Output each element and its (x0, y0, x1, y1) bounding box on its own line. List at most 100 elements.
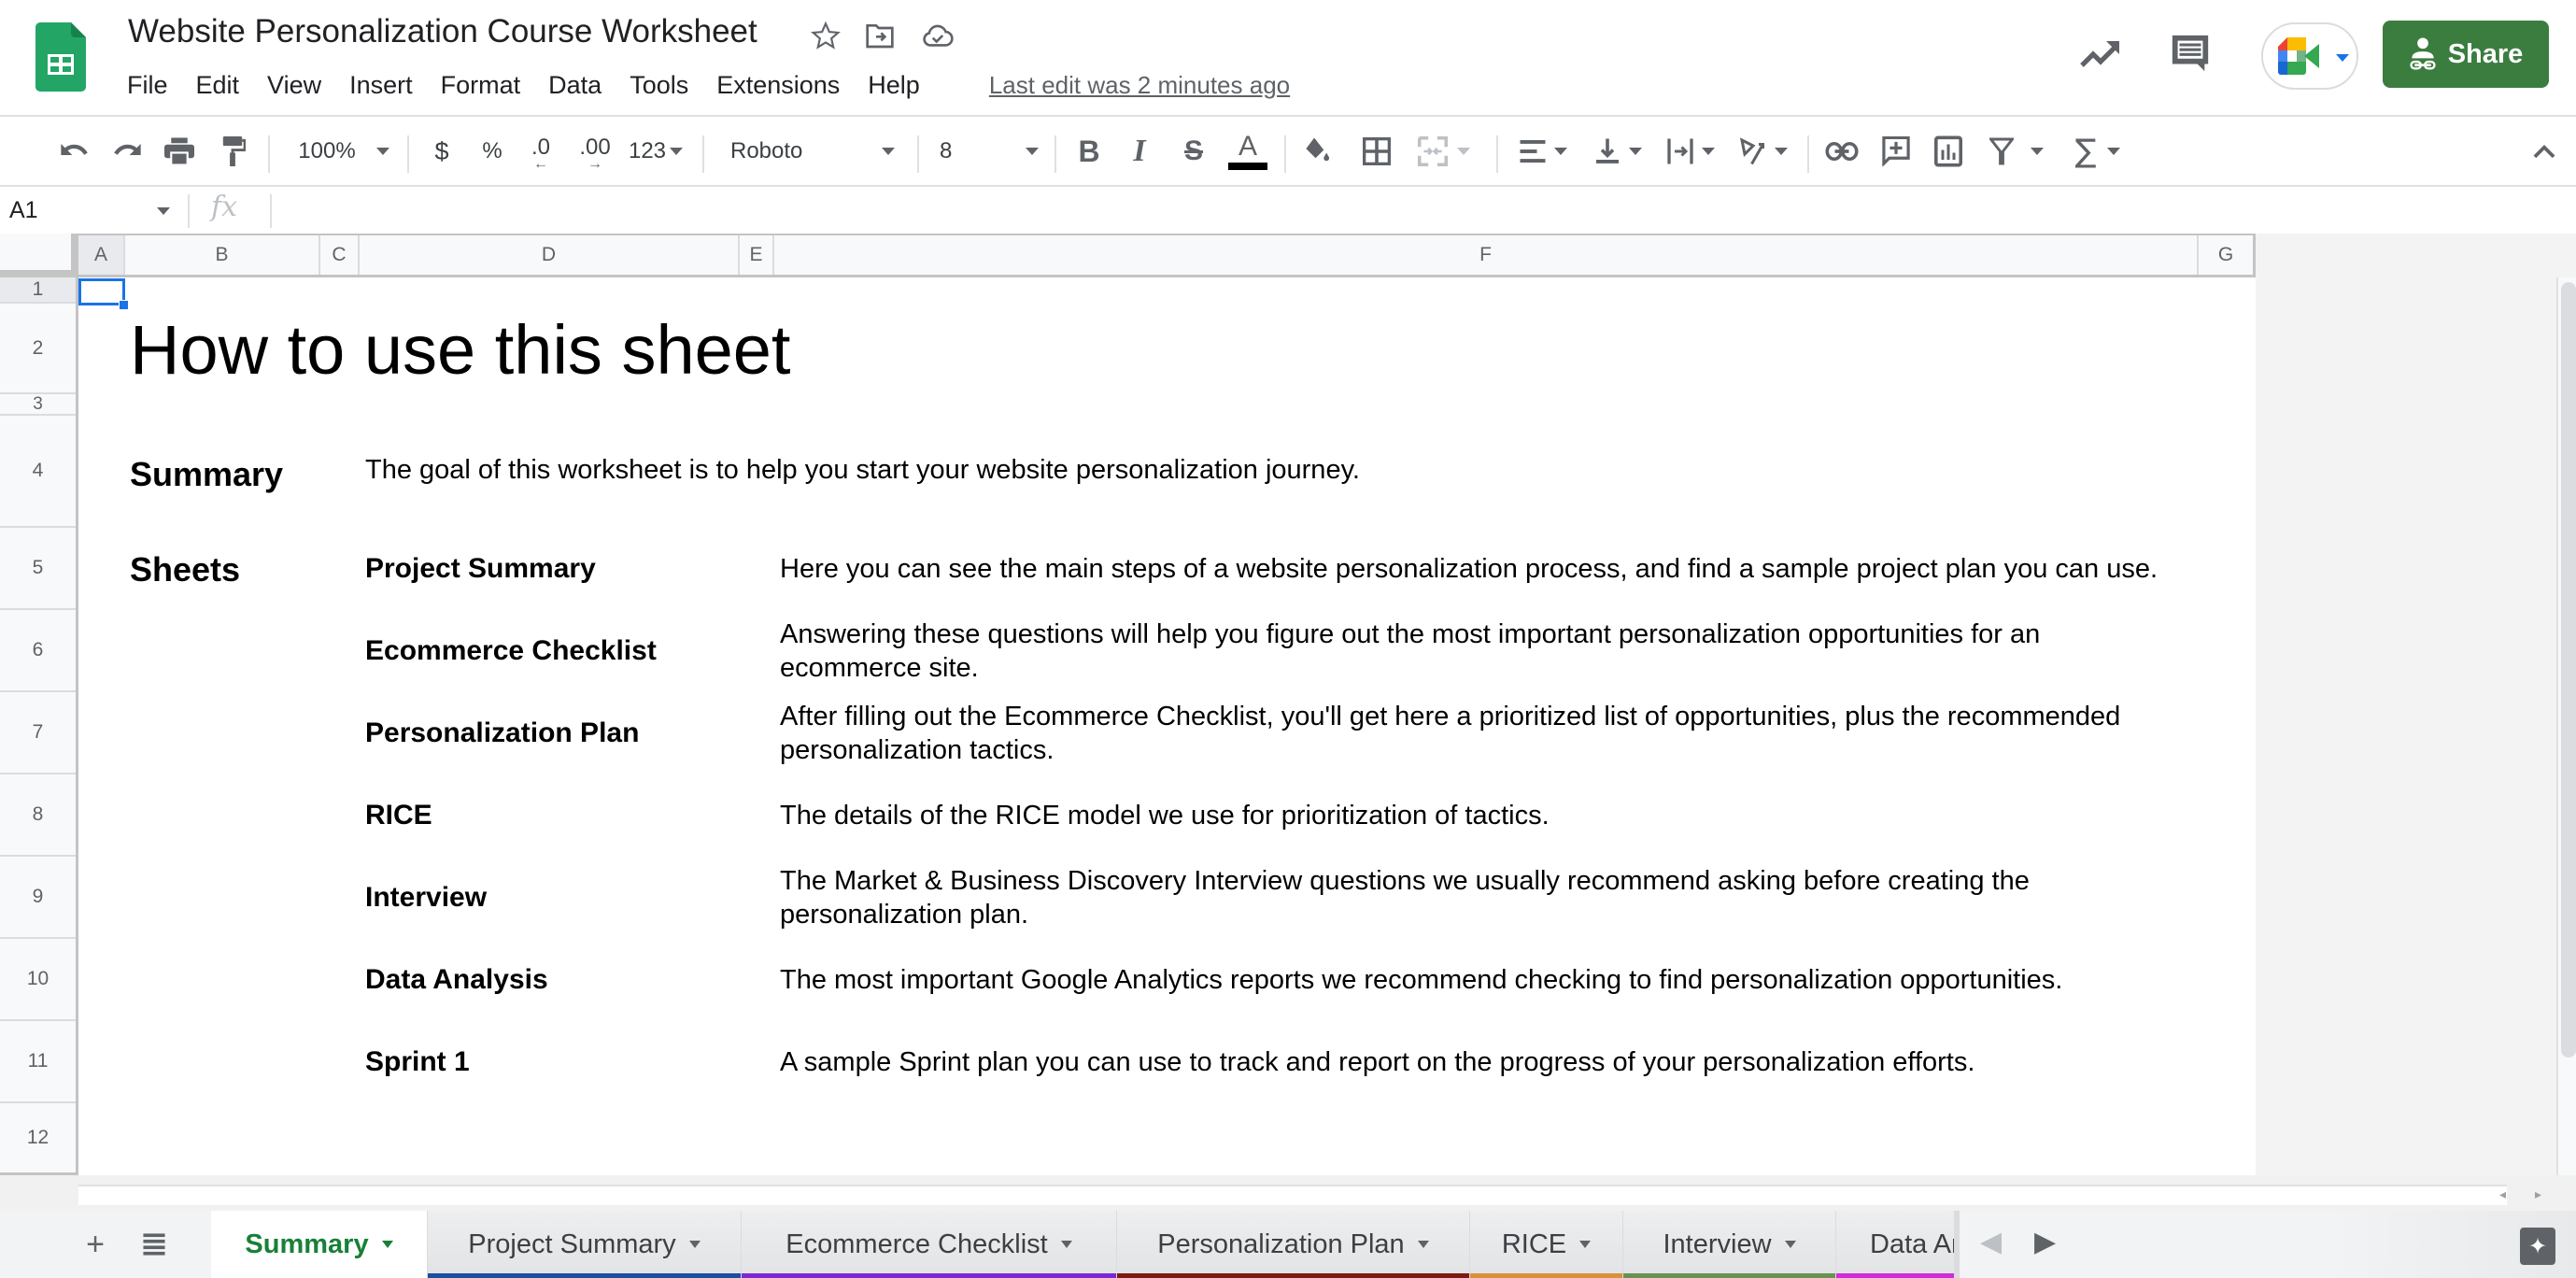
row-header-1[interactable]: 1 (0, 277, 76, 304)
move-to-folder-icon[interactable] (861, 17, 899, 54)
column-header-e[interactable]: E (740, 235, 774, 275)
insert-comment-icon[interactable] (1879, 130, 1913, 173)
row-header-4[interactable]: 4 (0, 416, 76, 528)
sheet-tab-project-summary[interactable]: Project Summary (428, 1211, 742, 1278)
borders-icon[interactable] (1360, 130, 1394, 173)
vertical-align-button[interactable] (1588, 130, 1648, 173)
menu-edit[interactable]: Edit (196, 69, 240, 102)
toolbar-divider (917, 135, 919, 173)
redo-icon[interactable] (110, 130, 144, 173)
italic-button[interactable]: I (1125, 130, 1154, 173)
undo-icon[interactable] (58, 130, 92, 173)
last-edit-link[interactable]: Last edit was 2 minutes ago (989, 71, 1290, 100)
insert-chart-icon[interactable] (1932, 130, 1965, 173)
sheets-logo-icon[interactable] (35, 22, 86, 92)
row-header-11[interactable]: 11 (0, 1021, 76, 1103)
vertical-scroll-thumb[interactable] (2561, 282, 2576, 1058)
row-header-7[interactable]: 7 (0, 692, 76, 774)
share-button[interactable]: Share (2383, 21, 2549, 88)
sheet-tab-rice[interactable]: RICE (1470, 1211, 1623, 1278)
toolbar-divider (1496, 135, 1498, 173)
horizontal-align-button[interactable] (1513, 130, 1573, 173)
chevron-down-icon (688, 1241, 701, 1248)
increase-decimal-button[interactable]: .00 → (574, 130, 616, 173)
column-header-a[interactable]: A (78, 235, 125, 275)
all-sheets-menu-icon[interactable] (134, 1224, 175, 1265)
comments-icon[interactable] (2169, 32, 2217, 80)
bold-button[interactable]: B (1074, 130, 1104, 173)
chevron-down-icon (2031, 148, 2044, 155)
scroll-tabs-right-icon[interactable]: ▶ (2034, 1226, 2056, 1258)
font-size-select[interactable]: 8 (940, 130, 1042, 173)
percent-icon: % (482, 138, 502, 163)
tab-label: Personalization Plan (1157, 1228, 1405, 1259)
sheet-tab-summary[interactable]: Summary (211, 1211, 428, 1278)
cell-area[interactable]: How to use this sheet Summary The goal o… (78, 277, 2256, 1175)
print-icon[interactable] (163, 130, 196, 173)
column-header-d[interactable]: D (360, 235, 740, 275)
paint-format-icon[interactable] (217, 130, 248, 173)
insert-link-icon[interactable] (1823, 130, 1861, 173)
star-icon[interactable] (807, 17, 844, 54)
formula-input[interactable] (280, 192, 2522, 228)
row-header-9[interactable]: 9 (0, 857, 76, 939)
scroll-tabs-left-icon[interactable]: ◀ (1980, 1226, 2002, 1258)
row-header-12[interactable]: 12 (0, 1103, 76, 1175)
sheet-tab-interview[interactable]: Interview (1623, 1211, 1836, 1278)
add-sheet-icon[interactable]: + (75, 1224, 116, 1265)
menu-tools[interactable]: Tools (630, 69, 688, 102)
row-header-5[interactable]: 5 (0, 528, 76, 610)
fill-color-icon[interactable] (1300, 130, 1334, 173)
sheet-tab-personalization-plan[interactable]: Personalization Plan (1117, 1211, 1470, 1278)
menu-view[interactable]: View (267, 69, 321, 102)
fill-handle[interactable] (119, 300, 129, 310)
tab-color-strip (742, 1273, 1116, 1278)
chevron-down-icon (375, 148, 389, 155)
merge-cells-icon (1418, 136, 1448, 166)
horizontal-scrollbar[interactable] (78, 1185, 2507, 1205)
column-header-g[interactable]: G (2199, 235, 2256, 275)
text-rotation-button[interactable] (1734, 130, 1793, 173)
menu-format[interactable]: Format (441, 69, 521, 102)
functions-button[interactable]: ∑ (2068, 130, 2128, 173)
column-headers: A B C D E F G (78, 234, 2256, 277)
currency-format-button[interactable]: $ (428, 130, 456, 173)
decrease-decimal-button[interactable]: .0 ← (525, 130, 557, 173)
sheet-tab-ecommerce-checklist[interactable]: Ecommerce Checklist (742, 1211, 1117, 1278)
cloud-saved-icon[interactable] (919, 17, 956, 54)
menu-insert[interactable]: Insert (349, 69, 413, 102)
chevron-down-icon (157, 207, 170, 215)
menu-extensions[interactable]: Extensions (716, 69, 840, 102)
more-formats-button[interactable]: 123 (624, 130, 687, 173)
row-header-2[interactable]: 2 (0, 304, 76, 394)
explore-sparkle-icon[interactable]: ✦ (2520, 1228, 2555, 1265)
row-header-6[interactable]: 6 (0, 610, 76, 692)
vertical-scrollbar[interactable] (2556, 277, 2576, 1175)
row-header-8[interactable]: 8 (0, 774, 76, 857)
font-family-select[interactable]: Roboto (730, 130, 902, 173)
menu-data[interactable]: Data (548, 69, 602, 102)
activity-trend-icon[interactable] (2078, 32, 2127, 73)
collapse-toolbar-icon[interactable] (2527, 130, 2561, 173)
text-wrapping-button[interactable] (1661, 130, 1720, 173)
summary-text: The goal of this worksheet is to help yo… (365, 455, 1360, 485)
document-title[interactable]: Website Personalization Course Worksheet (128, 13, 757, 50)
column-header-c[interactable]: C (320, 235, 360, 275)
text-color-button[interactable]: A (1227, 130, 1268, 173)
percent-format-button[interactable]: % (478, 130, 506, 173)
column-header-b[interactable]: B (125, 235, 320, 275)
scroll-right-icon[interactable]: ▸ (2535, 1186, 2541, 1202)
filter-button[interactable] (1984, 130, 2049, 173)
select-all-corner[interactable] (0, 234, 78, 277)
meet-button[interactable] (2261, 22, 2358, 90)
menu-file[interactable]: File (127, 69, 168, 102)
menu-help[interactable]: Help (868, 69, 920, 102)
column-header-f[interactable]: F (774, 235, 2199, 275)
zoom-select[interactable]: 100% (291, 130, 396, 173)
row-header-10[interactable]: 10 (0, 939, 76, 1021)
row-header-3[interactable]: 3 (0, 394, 76, 416)
name-box[interactable]: A1 (0, 187, 183, 234)
more-formats-label: 123 (628, 138, 667, 163)
scroll-left-icon[interactable]: ◂ (2499, 1186, 2506, 1202)
strikethrough-button[interactable]: S (1179, 130, 1209, 173)
